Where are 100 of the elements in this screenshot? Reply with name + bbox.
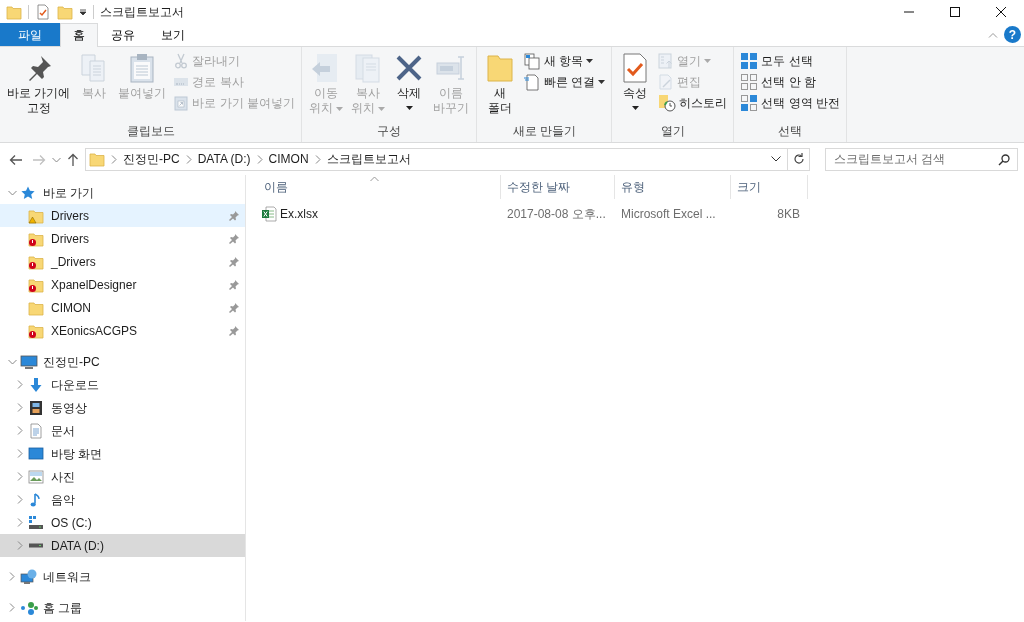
picture-icon xyxy=(28,468,44,485)
ribbon-tab[interactable]: 홈 xyxy=(60,23,98,47)
file-name[interactable]: Ex.xlsx xyxy=(280,205,318,223)
address-bar[interactable]: 진정민-PC DATA (D:) CIMON 스크립트보고서 xyxy=(85,147,810,171)
window-title: 스크립트보고서 xyxy=(100,4,184,21)
pin-icon xyxy=(229,211,239,222)
group-label: 구성 xyxy=(376,123,402,140)
breadcrumb-link[interactable]: CIMON xyxy=(268,150,309,168)
folder-icon xyxy=(6,4,22,20)
group-label: 새로 만들기 xyxy=(511,123,577,140)
dropdown-icon xyxy=(79,8,87,16)
group-label: 선택 xyxy=(777,123,804,140)
navigation-item[interactable]: Drivers xyxy=(0,227,245,250)
navigation-item[interactable]: 문서 xyxy=(0,419,245,442)
navigation-item[interactable]: 네트워크 xyxy=(0,565,245,588)
folder-error-icon xyxy=(28,253,44,270)
pin-icon xyxy=(229,234,239,245)
ribbon-tab[interactable]: 공유 xyxy=(98,23,148,46)
up-arrow-icon xyxy=(67,152,79,167)
group-label: 클립보드 xyxy=(125,123,176,140)
chevron-down-icon xyxy=(52,156,61,163)
history-clock-icon xyxy=(658,93,677,112)
people-icon xyxy=(20,599,38,616)
column-header[interactable]: 수정한 날짜 xyxy=(501,175,615,199)
breadcrumb-link[interactable]: 진정민-PC xyxy=(123,150,180,168)
pin-icon xyxy=(229,257,239,268)
network-icon xyxy=(20,568,38,585)
document-icon xyxy=(523,72,541,91)
ribbon-button[interactable]: 선택 안 함 xyxy=(738,71,843,92)
pin-icon xyxy=(229,280,239,291)
ribbon-button[interactable]: 선택 영역 반전 xyxy=(738,92,843,113)
pin-icon xyxy=(229,303,239,314)
chevron-right-icon xyxy=(17,472,23,481)
ribbon-button[interactable]: 바로 가기에 고정 xyxy=(4,50,74,122)
navigation-item[interactable]: 바로 가기 xyxy=(0,181,245,204)
chevron-down-icon xyxy=(7,189,17,196)
sort-ascending-icon xyxy=(370,175,379,182)
computer-icon xyxy=(20,353,38,370)
search-field[interactable]: 스크립트보고서 검색 xyxy=(825,147,1018,171)
back-arrow-icon xyxy=(9,153,23,166)
ribbon-button[interactable]: 빠른 연결 xyxy=(521,71,608,92)
system-drive-icon xyxy=(28,514,44,531)
ribbon-button[interactable]: 새 폴더 xyxy=(481,50,519,122)
collapse-ribbon-icon xyxy=(988,31,998,38)
search-icon xyxy=(998,153,1010,166)
help-button[interactable]: ? xyxy=(1004,26,1021,43)
navigation-item[interactable]: XpanelDesigner xyxy=(0,273,245,296)
chevron-right-icon xyxy=(17,426,23,435)
chevron-right-icon xyxy=(17,541,23,550)
chevron-right-icon xyxy=(256,154,263,164)
chevron-down-icon xyxy=(771,156,781,162)
chevron-right-icon xyxy=(17,380,23,389)
column-header[interactable]: 유형 xyxy=(615,175,731,199)
navigation-item[interactable]: 바탕 화면 xyxy=(0,442,245,465)
ribbon-button[interactable]: 새 항목 xyxy=(521,50,608,71)
file-menu-tab[interactable]: 파일 xyxy=(0,23,60,46)
ribbon-button[interactable]: 삭제 xyxy=(390,50,428,122)
open-icon xyxy=(658,52,675,69)
chevron-down-icon xyxy=(7,358,17,365)
folder-icon xyxy=(28,299,44,316)
ribbon-button[interactable]: 모두 선택 xyxy=(738,50,843,71)
navigation-item[interactable]: 홈 그룹 xyxy=(0,596,245,619)
edit-page-icon xyxy=(658,73,675,90)
table-cell-text: 8KB xyxy=(776,207,800,221)
column-header[interactable]: 이름 xyxy=(258,175,501,199)
folder-error-icon xyxy=(28,322,44,339)
ribbon-tab[interactable]: 보기 xyxy=(148,23,198,46)
table-cell-text: Microsoft Excel ... xyxy=(620,207,716,221)
document-icon xyxy=(28,422,44,439)
chevron-right-icon xyxy=(17,403,23,412)
folder-icon xyxy=(57,4,73,20)
close-icon xyxy=(996,7,1006,17)
navigation-item[interactable]: 다운로드 xyxy=(0,373,245,396)
navigation-item[interactable]: DATA (D:) xyxy=(0,534,245,557)
partial-grid-icon xyxy=(740,93,759,112)
ribbon-button[interactable]: 히스토리 xyxy=(656,92,730,113)
breadcrumb-link[interactable]: DATA (D:) xyxy=(197,150,251,168)
navigation-item[interactable]: 동영상 xyxy=(0,396,245,419)
refresh-icon xyxy=(792,153,805,165)
navigation-item[interactable]: 사진 xyxy=(0,465,245,488)
empty-grid-icon xyxy=(740,72,759,91)
navigation-item[interactable]: 음악 xyxy=(0,488,245,511)
column-header[interactable]: 크기 xyxy=(731,175,808,199)
folder-icon xyxy=(484,52,516,84)
scissors-icon xyxy=(173,52,190,69)
ribbon-button[interactable]: 속성 xyxy=(616,50,655,122)
chevron-right-icon xyxy=(9,603,15,612)
chevron-right-icon xyxy=(314,154,321,164)
navigation-item[interactable]: _Drivers xyxy=(0,250,245,273)
new-item-icon xyxy=(523,51,541,70)
navigation-item[interactable]: CIMON xyxy=(0,296,245,319)
navigation-item[interactable]: 진정민-PC xyxy=(0,350,245,373)
navigation-item[interactable]: Drivers xyxy=(0,204,245,227)
navigation-item[interactable]: OS (C:) xyxy=(0,511,245,534)
table-cell-text: 2017-08-08 오후... xyxy=(506,207,606,221)
chevron-right-icon xyxy=(111,154,117,164)
breadcrumb-link[interactable]: 스크립트보고서 xyxy=(326,150,411,168)
chevron-right-icon xyxy=(17,518,23,527)
download-arrow-icon xyxy=(28,376,44,393)
navigation-item[interactable]: XEonicsACGPS xyxy=(0,319,245,342)
